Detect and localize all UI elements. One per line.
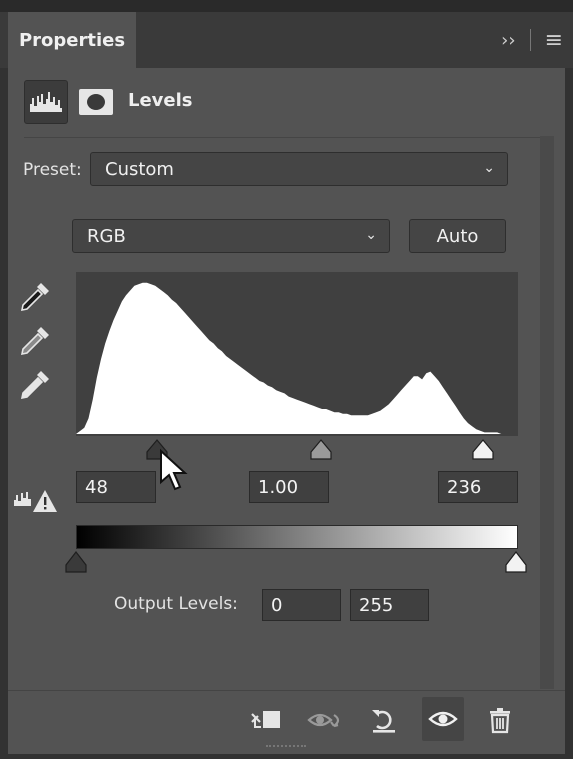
panel-controls-divider xyxy=(529,29,531,51)
preset-label: Preset: xyxy=(23,160,82,180)
reset-icon[interactable] xyxy=(364,700,404,740)
chevron-down-icon: ⌄ xyxy=(365,227,377,244)
clip-to-layer-icon[interactable] xyxy=(246,700,286,740)
output-slider-track xyxy=(65,551,527,573)
gamma-slider[interactable] xyxy=(310,439,332,460)
scrollbar[interactable] xyxy=(540,136,554,689)
channel-value: RGB xyxy=(87,225,126,247)
clipping-warning-icon[interactable] xyxy=(12,484,60,516)
levels-histogram-icon[interactable] xyxy=(24,80,68,124)
input-gamma-field[interactable]: 1.00 xyxy=(249,471,329,503)
tab-properties[interactable]: Properties xyxy=(8,12,136,68)
input-black-field[interactable]: 48 xyxy=(76,471,156,503)
chevron-down-icon: ⌄ xyxy=(483,160,495,177)
white-point-slider[interactable] xyxy=(472,439,494,460)
output-levels-label: Output Levels: xyxy=(114,594,238,614)
gray-point-eyedropper-icon[interactable] xyxy=(18,324,54,358)
resize-grip[interactable] xyxy=(266,745,306,751)
auto-button[interactable]: Auto xyxy=(409,219,506,253)
trash-icon[interactable] xyxy=(480,700,520,740)
histogram xyxy=(76,272,518,436)
collapse-panel-icon[interactable]: ›› xyxy=(501,30,515,51)
output-gradient xyxy=(76,525,518,549)
input-slider-track xyxy=(146,439,494,460)
output-black-field[interactable]: 0 xyxy=(262,589,341,621)
output-white-slider[interactable] xyxy=(505,551,527,573)
output-white-field[interactable]: 255 xyxy=(350,589,429,621)
input-white-field[interactable]: 236 xyxy=(438,471,518,503)
visibility-eye-icon[interactable] xyxy=(422,697,464,741)
window-top-strip xyxy=(0,0,573,12)
panel-controls: ›› ≡ xyxy=(501,12,563,68)
adjustment-title: Levels xyxy=(128,90,193,111)
mouse-cursor-icon xyxy=(160,448,188,491)
header-divider xyxy=(24,137,540,138)
preset-value: Custom xyxy=(105,158,174,180)
white-point-eyedropper-icon[interactable] xyxy=(18,368,54,402)
preset-dropdown[interactable]: Custom ⌄ xyxy=(90,152,508,186)
channel-dropdown[interactable]: RGB ⌄ xyxy=(72,219,390,253)
black-point-eyedropper-icon[interactable] xyxy=(18,280,54,314)
panel-menu-icon[interactable]: ≡ xyxy=(545,28,563,53)
view-previous-state-icon[interactable] xyxy=(306,700,346,740)
layer-mask-icon[interactable] xyxy=(74,80,118,124)
output-black-slider[interactable] xyxy=(65,551,87,573)
